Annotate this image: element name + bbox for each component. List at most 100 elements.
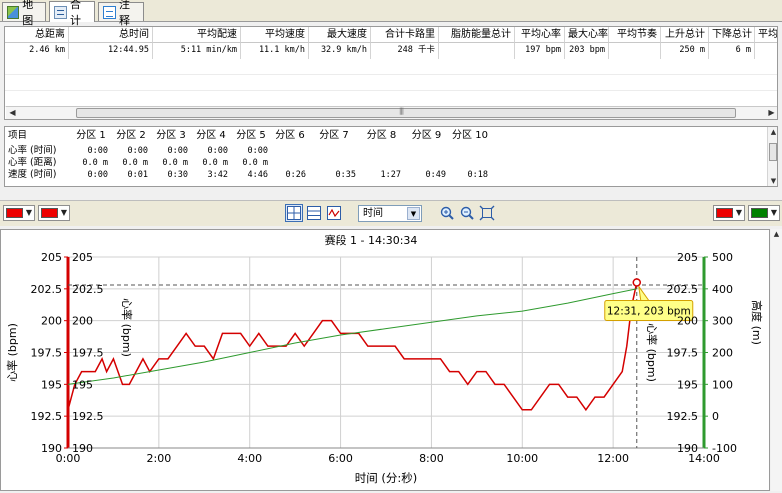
column-header[interactable]: 分区 5: [231, 127, 271, 144]
y-right-inner-tick-label: 200: [677, 315, 698, 328]
y-inner-tick-label: 190: [72, 442, 93, 455]
column-header[interactable]: 总时间: [69, 27, 153, 43]
zone-cell: 0:30: [167, 170, 188, 180]
chart-panel[interactable]: 赛段 1 - 14:30:34 12:31, 203 bpm 0:00 2:00 4…: [0, 229, 770, 491]
column-header[interactable]: 平均心率: [515, 27, 565, 43]
scroll-thumb[interactable]: [769, 143, 777, 161]
y-right-inner-tick-label: 190: [677, 442, 698, 455]
scroll-right-icon[interactable]: ▶: [765, 107, 777, 119]
zone-cell: 0.0 m: [202, 158, 228, 168]
y-tick-label: 190: [41, 442, 62, 455]
chart-stacked-icon[interactable]: [305, 204, 323, 222]
chart-multi-axis-icon[interactable]: [285, 204, 303, 222]
scroll-left-icon[interactable]: ◀: [6, 107, 19, 119]
summary-cell: 250 m: [661, 43, 709, 59]
x-tick-label: 4:00: [237, 452, 262, 465]
column-header[interactable]: 分区 8: [359, 127, 404, 144]
scroll-up-icon[interactable]: ▲: [771, 229, 782, 239]
column-header[interactable]: 分区 10: [449, 127, 491, 144]
zoom-out-icon[interactable]: [458, 204, 476, 222]
column-header[interactable]: 项目: [5, 127, 71, 144]
map-icon: [7, 5, 20, 19]
zone-cell: 0:00: [127, 146, 148, 156]
summary-cell: 32.9 km/h: [309, 43, 371, 59]
zone-cell: 1:27: [380, 170, 401, 180]
chart-line-icon[interactable]: [325, 204, 343, 222]
horizontal-scrollbar[interactable]: ◀ ▶: [6, 106, 777, 119]
zone-cell: [449, 157, 491, 169]
column-header[interactable]: 分区 3: [151, 127, 191, 144]
y-inner-tick-label: 197.5: [72, 347, 104, 360]
column-header[interactable]: 脂肪能量总计: [439, 27, 515, 43]
color-swatch: [6, 208, 23, 218]
zones-header-row: 项目 分区 1 分区 2 分区 3 分区 4 分区 5 分区 6 分区 7 分区 8 分区 9 分区…: [5, 127, 491, 141]
zones-table: 项目 分区 1 分区 2 分区 3 分区 4 分区 5 分区 6 分区 7 分区 8 分区 9 分区…: [4, 126, 778, 187]
zone-cell: 0:00: [167, 146, 188, 156]
chevron-down-icon: ▼: [60, 208, 67, 217]
right-color-picker-1[interactable]: ▼: [713, 205, 745, 221]
column-header[interactable]: 分区 1: [71, 127, 111, 144]
summary-cell: [609, 43, 661, 59]
zone-cell: 3:42: [207, 170, 228, 180]
zone-cell: 0:00: [247, 146, 268, 156]
column-header[interactable]: 平均配速: [153, 27, 241, 43]
y-right-inner-tick-label: 195: [677, 378, 698, 391]
column-header[interactable]: 平均功率: [755, 27, 777, 43]
zone-cell: 0:35: [335, 170, 356, 180]
column-header[interactable]: 总距离: [5, 27, 69, 43]
left-color-picker-1[interactable]: ▼: [3, 205, 35, 221]
x-axis-select[interactable]: 时间 ▼: [358, 205, 422, 222]
zone-cell: 速度 (时间): [8, 169, 57, 180]
zone-cell: [271, 157, 309, 169]
y-tick-label: 197.5: [31, 347, 63, 360]
zone-cell: [309, 145, 359, 157]
table-row[interactable]: 心率 (距离) 0.0 m 0.0 m 0.0 m 0.0 m 0.0 m: [5, 157, 491, 169]
x-axis-select-value: 时间: [363, 208, 383, 219]
column-header[interactable]: 最大心率: [565, 27, 609, 43]
table-row[interactable]: 速度 (时间) 0:00 0:01 0:30 3:42 4:46 0:26 0:35 1:27 0…: [5, 169, 491, 181]
column-header[interactable]: 分区 9: [404, 127, 449, 144]
y-axis-label: 心率 (bpm): [5, 323, 19, 382]
table-row[interactable]: 心率 (时间) 0:00 0:00 0:00 0:00 0:00: [5, 145, 491, 157]
tab-map[interactable]: 地图: [2, 0, 46, 27]
right-color-picker-2[interactable]: ▼: [748, 205, 780, 221]
summary-data-row[interactable]: 2.46 km 12:44.95 5:11 min/km 11.1 km/h 32.9 …: [5, 43, 777, 59]
zone-cell: 0:26: [285, 170, 306, 180]
y-right-tick-label: 500: [712, 251, 733, 264]
column-header[interactable]: 分区 6: [271, 127, 309, 144]
tab-bar: 地图 合计 注释: [0, 0, 782, 27]
summary-cell: [439, 43, 515, 59]
tab-notes[interactable]: 注释: [98, 0, 144, 27]
zone-cell: 4:46: [247, 170, 268, 180]
heart-rate-chart[interactable]: 赛段 1 - 14:30:34 12:31, 203 bpm 0:00 2:00 4…: [1, 230, 769, 490]
column-header[interactable]: 下降总计: [709, 27, 755, 43]
left-color-picker-2[interactable]: ▼: [38, 205, 70, 221]
column-header[interactable]: 分区 4: [191, 127, 231, 144]
y-right-tick-label: 400: [712, 283, 733, 296]
zone-cell: 0.0 m: [82, 158, 108, 168]
zone-cell: [271, 145, 309, 157]
x-tick-label: 8:00: [419, 452, 444, 465]
tab-summary[interactable]: 合计: [49, 0, 95, 27]
chevron-down-icon: ▼: [735, 208, 742, 217]
y-inner-tick-label: 192.5: [72, 410, 104, 423]
column-header[interactable]: 合计卡路里: [371, 27, 439, 43]
column-header[interactable]: 分区 7: [309, 127, 359, 144]
column-header[interactable]: 上升总计: [661, 27, 709, 43]
summary-cell: 12:44.95: [69, 43, 153, 59]
column-header[interactable]: 分区 2: [111, 127, 151, 144]
zone-cell: 0:00: [87, 170, 108, 180]
scroll-down-icon[interactable]: ▼: [768, 176, 777, 186]
scroll-up-icon[interactable]: ▲: [768, 127, 777, 137]
column-header[interactable]: 平均节奏: [609, 27, 661, 43]
zoom-fit-icon[interactable]: [478, 204, 496, 222]
zoom-in-icon[interactable]: [438, 204, 456, 222]
column-header[interactable]: 最大速度: [309, 27, 371, 43]
y-inner-tick-label: 205: [72, 251, 93, 264]
table-icon: [54, 5, 67, 19]
summary-table: 总距离 总时间 平均配速 平均速度 最大速度 合计卡路里 脂肪能量总计 平均心率 最大心率 平均节…: [4, 26, 778, 120]
scroll-thumb[interactable]: [76, 107, 736, 118]
vertical-scrollbar[interactable]: ▲ ▼: [767, 127, 777, 186]
column-header[interactable]: 平均速度: [241, 27, 309, 43]
y-right-tick-label: -100: [712, 442, 737, 455]
